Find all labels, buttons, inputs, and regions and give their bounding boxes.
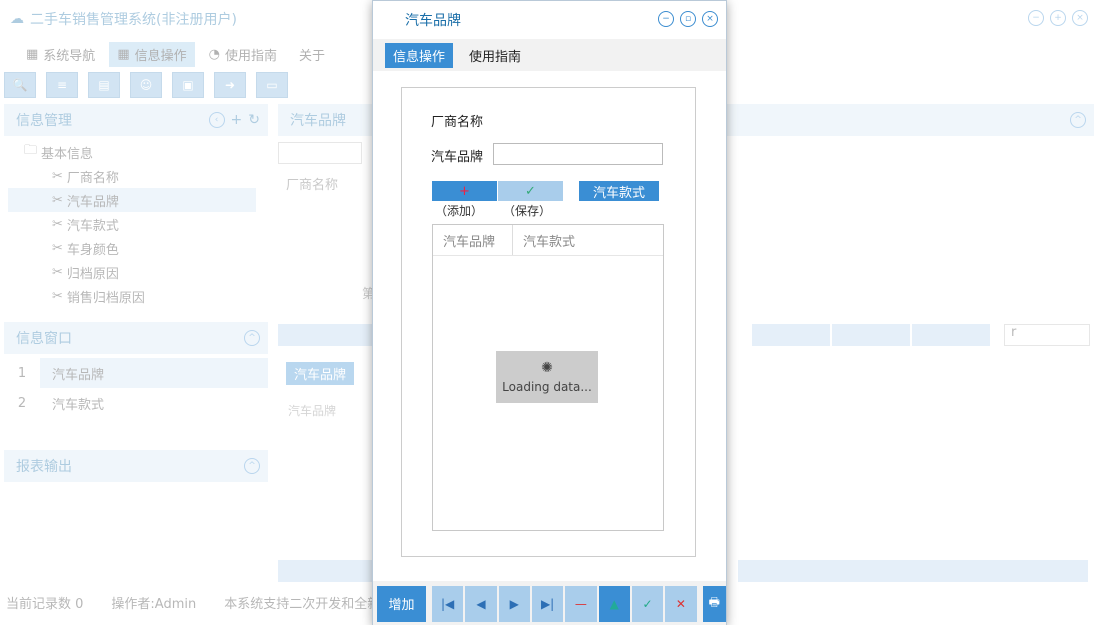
tree-item[interactable]: ✂ 汽车品牌 bbox=[8, 188, 256, 212]
check-icon: ✓ bbox=[525, 183, 536, 199]
spinner-icon: ✺ bbox=[541, 360, 553, 376]
tool-icon: ✂ bbox=[52, 192, 63, 208]
print-icon[interactable]: ▭ bbox=[256, 72, 288, 98]
toolbar: 🔍 ≡ ▤ ☺ ▣ ➜ ▭ bbox=[4, 72, 288, 98]
grid-button[interactable] bbox=[912, 324, 990, 346]
first-page-button[interactable] bbox=[278, 324, 374, 346]
menu-item-about[interactable]: 关于 bbox=[291, 42, 333, 67]
info-panel: 信息管理 ‹ + ↻ 🗀 基本信息 ✂ 厂商名称 ✂ 汽车品牌 ✂ 汽车款式 ✂ 车身颜色… bbox=[4, 104, 268, 316]
refresh-icon[interactable]: ↻ bbox=[248, 112, 260, 128]
folder-icon: 🗀 bbox=[24, 143, 38, 158]
table-icon: ▦ bbox=[117, 46, 130, 62]
add-icon[interactable]: + bbox=[231, 112, 243, 128]
search-icon[interactable]: 🔍 bbox=[4, 72, 36, 98]
next-record-icon[interactable]: ▶ bbox=[498, 585, 530, 622]
window-icon[interactable]: ▣ bbox=[172, 72, 204, 98]
cancel-icon[interactable]: ✕ bbox=[665, 585, 697, 622]
collapse-up-icon[interactable]: ^ bbox=[244, 458, 260, 474]
sub-tab[interactable]: 汽车品牌 bbox=[286, 362, 355, 385]
vendor-label: 厂商名称 bbox=[431, 115, 484, 130]
list-icon[interactable]: ≡ bbox=[46, 72, 78, 98]
tree-item[interactable]: ✂ 厂商名称 bbox=[24, 164, 268, 188]
tab-user-guide[interactable]: 使用指南 bbox=[461, 43, 529, 68]
tool-icon: ✂ bbox=[52, 168, 63, 184]
window-row[interactable]: 1 汽车品牌 bbox=[4, 358, 268, 388]
document-icon[interactable]: ▤ bbox=[88, 72, 120, 98]
collapse-icon[interactable]: ‹ bbox=[208, 112, 225, 128]
grid-button[interactable] bbox=[738, 560, 1088, 582]
last-record-icon[interactable]: ▶| bbox=[531, 585, 564, 622]
grid-button[interactable] bbox=[752, 324, 830, 346]
report-panel: 报表输出 ^ bbox=[4, 450, 268, 482]
menu-item-info[interactable]: ▦ 信息操作 bbox=[109, 41, 195, 67]
page-size-select[interactable]: r bbox=[1004, 324, 1090, 346]
menu-item-nav[interactable]: ▦ 系统导航 bbox=[18, 42, 103, 67]
app-title: 二手车销售管理系统(非注册用户) bbox=[30, 12, 237, 28]
car-style-button[interactable]: 汽车款式 bbox=[579, 181, 659, 201]
prev-record-icon[interactable]: ◀ bbox=[465, 585, 497, 622]
grid-header-brand: 汽车品牌 bbox=[433, 225, 513, 255]
plus-icon: + bbox=[459, 183, 470, 199]
close-icon[interactable]: × bbox=[702, 11, 718, 27]
cloud-icon: ☁ bbox=[10, 11, 24, 27]
report-panel-header: 报表输出 ^ bbox=[4, 450, 268, 482]
confirm-icon[interactable]: ✓ bbox=[631, 585, 664, 622]
info-tree: 🗀 基本信息 ✂ 厂商名称 ✂ 汽车品牌 ✂ 汽车款式 ✂ 车身颜色 ✂ 归档原因 ✂ 销售归… bbox=[4, 136, 268, 308]
minimize-icon[interactable]: − bbox=[1028, 10, 1044, 26]
dialog-footer: 增加 |◀ ◀ ▶ ▶| — ▲ ✓ ✕ 🖶 bbox=[373, 581, 727, 625]
collapse-up-icon[interactable]: ^ bbox=[1070, 112, 1086, 128]
tool-icon: ✂ bbox=[52, 288, 63, 304]
grid-icon: ▦ bbox=[26, 46, 39, 62]
collapse-up-icon[interactable]: ^ bbox=[244, 330, 260, 346]
tool-icon: ✂ bbox=[52, 240, 63, 256]
tree-item[interactable]: ✂ 汽车款式 bbox=[24, 212, 268, 236]
window-panel: 信息窗口 ^ 1 汽车品牌 2 汽车款式 bbox=[4, 322, 268, 422]
sub-column-header: 汽车品牌 bbox=[288, 404, 337, 418]
add-record-button[interactable]: 增加 bbox=[377, 585, 426, 622]
menu-item-guide[interactable]: ◔ 使用指南 bbox=[201, 42, 285, 67]
minimize-icon[interactable]: − bbox=[658, 11, 674, 27]
dialog-tabs: 信息操作 使用指南 bbox=[373, 39, 726, 71]
info-panel-header: 信息管理 ‹ + ↻ bbox=[4, 104, 268, 136]
first-page-button[interactable] bbox=[278, 560, 374, 582]
maximize-icon[interactable]: + bbox=[1050, 10, 1066, 26]
delete-icon[interactable]: — bbox=[565, 585, 597, 622]
status-bar: 当前记录数 0 操作者:Admin 本系统支持二次开发和全新 bbox=[6, 597, 381, 612]
tree-root[interactable]: 🗀 基本信息 bbox=[24, 140, 268, 164]
tool-icon: ✂ bbox=[52, 216, 63, 232]
add-button[interactable]: + bbox=[432, 181, 497, 201]
save-caption: （保存） bbox=[503, 204, 552, 218]
tree-item[interactable]: ✂ 销售归档原因 bbox=[24, 284, 268, 308]
move-up-icon[interactable]: ▲ bbox=[598, 585, 630, 622]
export-icon[interactable]: ➜ bbox=[214, 72, 246, 98]
print-icon[interactable]: 🖶 bbox=[702, 585, 727, 622]
brand-input[interactable] bbox=[493, 143, 663, 165]
save-button[interactable]: ✓ bbox=[498, 181, 563, 201]
grid-button[interactable] bbox=[832, 324, 910, 346]
help-icon: ◔ bbox=[208, 46, 220, 62]
tree-item[interactable]: ✂ 车身颜色 bbox=[24, 236, 268, 260]
users-icon[interactable]: ☺ bbox=[130, 72, 162, 98]
brand-label: 汽车品牌 bbox=[431, 150, 484, 165]
window-controls: − + × bbox=[1028, 10, 1088, 26]
add-caption: （添加） bbox=[435, 204, 484, 218]
dialog-controls: − ▫ × bbox=[658, 11, 718, 27]
window-row[interactable]: 2 汽车款式 bbox=[4, 388, 268, 418]
filter-select[interactable] bbox=[278, 142, 362, 164]
first-record-icon[interactable]: |◀ bbox=[431, 585, 464, 622]
brand-dialog: 汽车品牌 − ▫ × 信息操作 使用指南 厂商名称 汽车品牌 + ✓ （添加） … bbox=[372, 0, 727, 625]
close-icon[interactable]: × bbox=[1072, 10, 1088, 26]
tree-item[interactable]: ✂ 归档原因 bbox=[24, 260, 268, 284]
grid-header-style: 汽车款式 bbox=[523, 234, 576, 250]
restore-icon[interactable]: ▫ bbox=[680, 11, 696, 27]
tab-info-operation[interactable]: 信息操作 bbox=[385, 42, 454, 68]
tool-icon: ✂ bbox=[52, 264, 63, 280]
loading-indicator: ✺ Loading data... bbox=[496, 351, 598, 403]
window-panel-header: 信息窗口 ^ bbox=[4, 322, 268, 354]
